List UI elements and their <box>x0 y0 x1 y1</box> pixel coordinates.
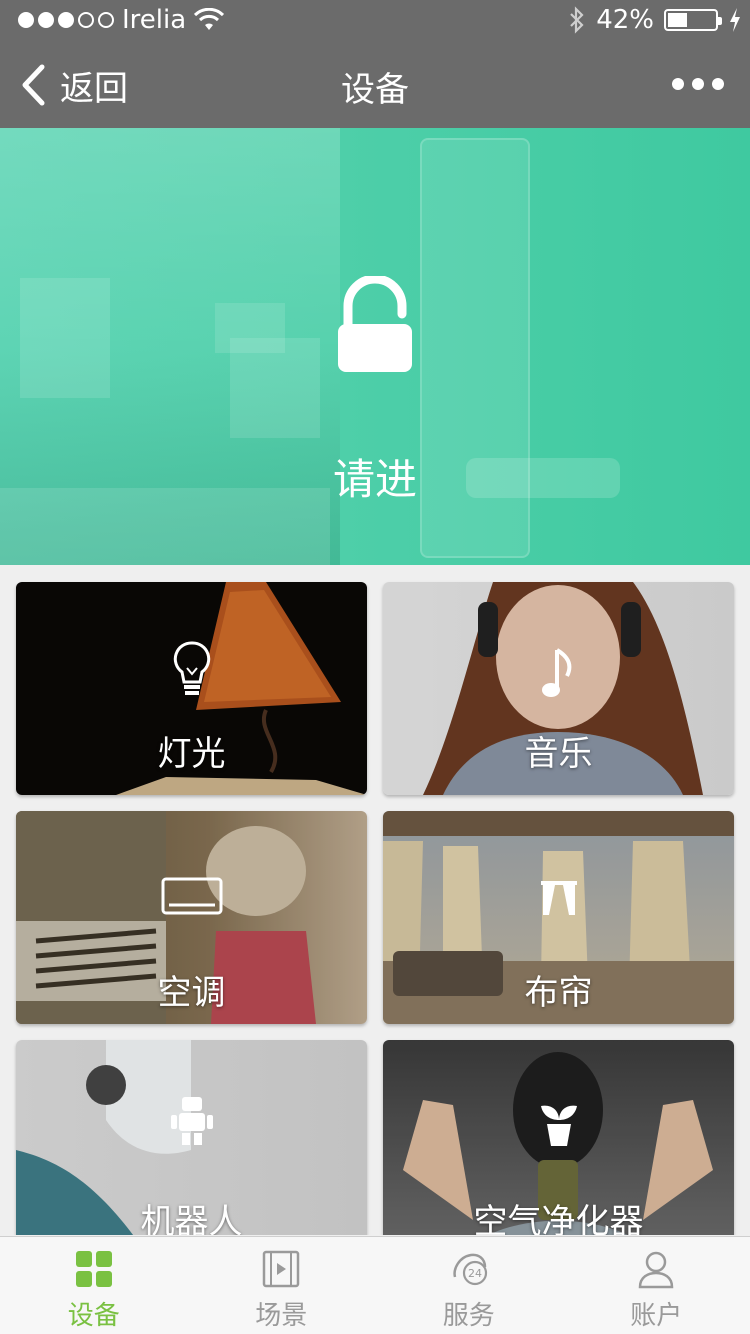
screen: Irelia 42% 返回 设备 请进 灯光 音乐 空调 布帘 机器人 空气净化… <box>0 0 750 1334</box>
device-card-light[interactable]: 灯光 <box>16 582 367 795</box>
plant-pot-icon <box>540 1105 577 1146</box>
battery-icon <box>664 9 722 31</box>
unlock-label: 请进 <box>332 455 417 504</box>
status-left: Irelia <box>18 4 225 36</box>
device-card-air-conditioner[interactable]: 空调 <box>16 811 367 1024</box>
music-note-icon <box>541 648 571 697</box>
status-bar: Irelia 42% <box>0 0 750 40</box>
charging-icon <box>730 8 740 32</box>
device-card-air-purifier[interactable]: 空气净化器 <box>383 1040 734 1235</box>
device-label: 机器人 <box>140 1202 243 1235</box>
grid-icon <box>75 1251 112 1287</box>
signal-strength-icon <box>18 12 114 28</box>
tab-account[interactable]: 账户 <box>563 1237 750 1334</box>
svg-text:24: 24 <box>468 1267 482 1280</box>
unlock-icon <box>338 276 412 372</box>
device-label: 音乐 <box>524 734 593 774</box>
more-button[interactable] <box>672 78 724 90</box>
tab-label: 设备 <box>67 1301 120 1331</box>
window-pane <box>20 278 110 398</box>
carrier-name: Irelia <box>122 5 187 35</box>
tab-bar: 设备 场景 24 服务 账户 <box>0 1236 750 1334</box>
status-right: 42% <box>568 4 742 36</box>
bluetooth-icon <box>570 6 584 34</box>
tab-label: 账户 <box>630 1301 683 1331</box>
nav-bar: 返回 设备 <box>0 40 750 128</box>
device-label: 灯光 <box>157 734 226 774</box>
device-label: 空调 <box>157 973 226 1013</box>
battery-percent: 42% <box>596 5 654 35</box>
air-conditioner-icon <box>161 877 222 915</box>
curtain-icon <box>540 881 577 915</box>
tab-service[interactable]: 24 服务 <box>375 1237 563 1334</box>
lightbulb-icon <box>173 641 210 695</box>
device-card-robot[interactable]: 机器人 <box>16 1040 367 1235</box>
robot-icon <box>170 1097 213 1145</box>
device-grid: 灯光 音乐 空调 布帘 机器人 空气净化器 <box>0 565 750 1235</box>
device-card-music[interactable]: 音乐 <box>383 582 734 795</box>
device-label: 布帘 <box>524 973 593 1013</box>
more-dot <box>712 78 724 90</box>
door-lock-banner[interactable]: 请进 <box>0 128 750 565</box>
phone-24h-icon: 24 <box>453 1253 487 1286</box>
tab-devices[interactable]: 设备 <box>0 1237 188 1334</box>
tab-label: 场景 <box>255 1301 308 1331</box>
film-icon <box>263 1250 300 1288</box>
device-label: 空气净化器 <box>473 1202 644 1235</box>
wifi-icon <box>194 8 225 30</box>
more-dot <box>692 78 704 90</box>
tab-scenes[interactable]: 场景 <box>188 1237 376 1334</box>
fireplace-shape <box>230 338 320 438</box>
page-title: 设备 <box>341 70 409 110</box>
tab-label: 服务 <box>442 1301 495 1331</box>
device-card-curtain[interactable]: 布帘 <box>383 811 734 1024</box>
person-icon <box>638 1251 674 1289</box>
more-dot <box>672 78 684 90</box>
